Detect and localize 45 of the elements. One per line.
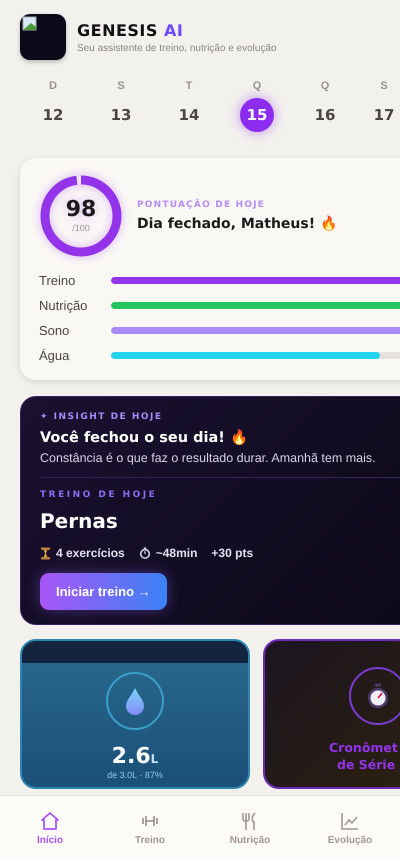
home-icon: [40, 810, 60, 830]
insight-text: Constância é o que faz o resultado durar. Amanhã tem mais.: [40, 451, 377, 465]
day-button[interactable]: 13: [104, 98, 138, 132]
metric-label: Água: [39, 348, 70, 363]
weekday-label: Q: [252, 80, 262, 92]
app-subtitle: Seu assistente de treino, nutrição e evolução: [77, 42, 277, 54]
day-button[interactable]: 17: [367, 98, 400, 132]
timer-title: de Série: [337, 756, 396, 773]
score-max: /100: [72, 223, 90, 233]
weekday-label: T: [186, 80, 192, 92]
workout-name: Pernas: [40, 509, 119, 533]
stopwatch-icon: [138, 547, 151, 559]
weekday-label: S: [380, 80, 388, 92]
insight-title: Você fechou o seu dia! 🔥: [40, 429, 249, 446]
score-value: 98: [66, 199, 96, 221]
timer-title: Cronômet: [329, 739, 398, 756]
line-chart-icon: [340, 810, 360, 830]
weekday-label: Q: [320, 80, 330, 92]
workout-meta: ~48min: [156, 546, 198, 560]
workout-label: TREINO DE HOJE: [40, 490, 158, 500]
metric-label: Treino: [39, 273, 76, 288]
app-title: GENESIS AI: [77, 20, 184, 40]
timer-card[interactable]: Cronômet de Série: [263, 639, 400, 789]
day-button[interactable]: 12: [36, 98, 70, 132]
broken-image-icon: [22, 16, 38, 32]
day-button[interactable]: 14: [172, 98, 206, 132]
weekday-label: S: [117, 80, 125, 92]
insight-label: ✦ INSIGHT DE HOJE: [40, 412, 164, 422]
start-workout-button[interactable]: Iniciar treino →: [40, 573, 167, 610]
water-card[interactable]: 2.6L de 3.0L · 87%: [20, 639, 250, 789]
water-unit: L: [150, 752, 158, 766]
score-label: PONTUAÇÃO DE HOJE: [137, 200, 266, 210]
day-button[interactable]: 16: [308, 98, 342, 132]
metric-label: Sono: [39, 323, 70, 338]
water-detail: de 3.0L · 87%: [107, 770, 163, 780]
weekday-label: D: [49, 80, 57, 92]
water-amount: 2.6: [112, 744, 151, 769]
workout-meta: 4 exercícios: [56, 546, 125, 560]
workout-meta: +30 pts: [211, 546, 254, 560]
stopwatch-icon: [366, 683, 390, 709]
score-headline: Dia fechado, Matheus! 🔥: [137, 215, 337, 232]
day-button[interactable]: 15: [240, 98, 274, 132]
nav-tab[interactable]: Início: [0, 796, 100, 860]
water-drop-icon: [125, 687, 145, 715]
metric-label: Nutrição: [39, 298, 88, 313]
